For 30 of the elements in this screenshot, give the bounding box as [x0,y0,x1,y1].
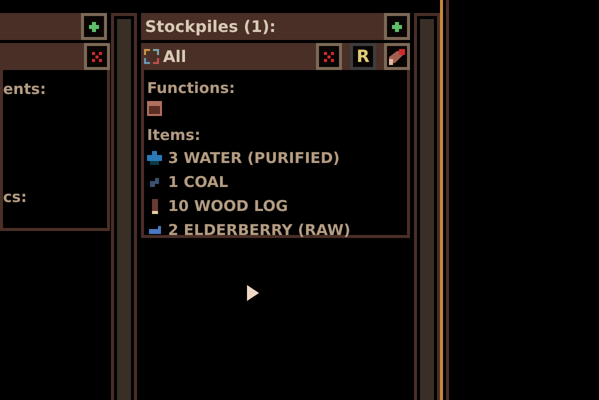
close-icon [92,52,102,62]
stockpile-name: All [163,47,186,66]
log-icon [152,198,158,214]
item-entry[interactable]: 1 COAL [168,171,228,193]
delete-button[interactable] [316,43,342,70]
brush-icon [389,48,405,64]
item-entry[interactable]: 2 ELDERBERRY (RAW) [168,219,350,241]
rename-button[interactable]: R [350,43,376,70]
berry-icon [148,226,160,234]
item-entry[interactable]: 10 WOOD LOG [168,195,288,217]
plus-icon [89,22,99,32]
panel-title: Stockpiles (1): [144,17,276,36]
paint-button[interactable] [384,43,410,70]
plus-icon [392,22,402,32]
add-button[interactable] [384,13,410,40]
water-drop-icon [147,151,162,165]
scrollbar[interactable] [111,13,137,400]
item-entry[interactable]: 3 WATER (PURIFIED) [168,147,340,169]
section-label: Functions: [147,78,235,99]
section-label: Items: [147,125,200,146]
section-label: cs: [3,187,28,208]
close-icon [324,52,334,62]
scrollbar[interactable] [414,13,440,400]
add-button[interactable] [81,13,107,40]
cursor-icon [247,285,259,301]
area-icon [144,49,159,64]
crate-icon [147,101,162,116]
section-label: ents: [3,79,47,100]
delete-button[interactable] [84,43,110,70]
coal-icon [150,178,159,186]
